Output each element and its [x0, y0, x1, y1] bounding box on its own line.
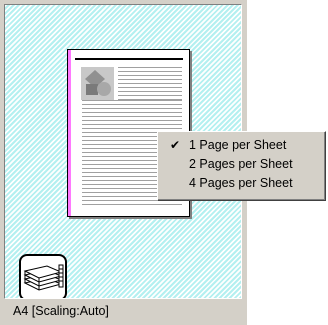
- stacked-pages-icon[interactable]: [19, 254, 67, 298]
- page-text-lines-top: [118, 67, 182, 100]
- shapes-image-icon: [81, 67, 114, 100]
- menu-item-label: 2 Pages per Sheet: [189, 157, 293, 171]
- menu-item-2-pages-per-sheet[interactable]: 2 Pages per Sheet: [158, 155, 325, 174]
- menu-item-label: 4 Pages per Sheet: [189, 176, 293, 190]
- menu-item-label: 1 Page per Sheet: [189, 138, 287, 152]
- paper-size-status: A4 [Scaling:Auto]: [13, 304, 109, 318]
- pages-per-sheet-menu: ✔ 1 Page per Sheet 2 Pages per Sheet 4 P…: [157, 131, 326, 201]
- menu-item-4-pages-per-sheet[interactable]: 4 Pages per Sheet: [158, 174, 325, 193]
- checkmark-icon: ✔: [170, 138, 181, 152]
- menu-item-1-page-per-sheet[interactable]: ✔ 1 Page per Sheet: [158, 136, 325, 155]
- page-header-rule: [75, 58, 183, 60]
- binding-margin-indicator: [68, 50, 71, 216]
